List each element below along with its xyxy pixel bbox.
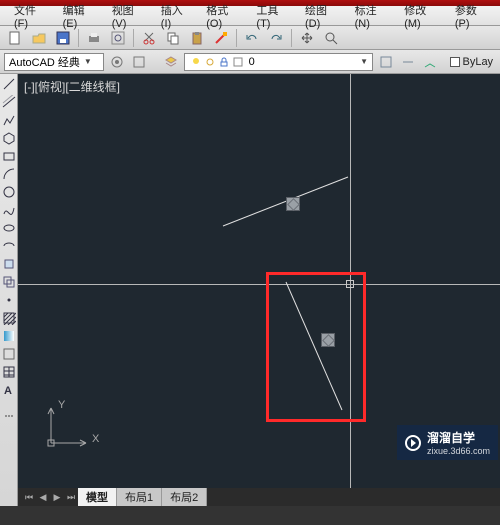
toolbox-draw: A: [0, 74, 18, 506]
tab-last-icon[interactable]: ⏭: [64, 490, 78, 504]
open-icon[interactable]: [28, 28, 50, 48]
pan-icon[interactable]: [296, 28, 318, 48]
separator: [133, 29, 134, 47]
mtext-tool-icon[interactable]: A: [1, 382, 17, 398]
color-swatch-icon: [231, 55, 245, 69]
viewport-label[interactable]: [-][俯视][二维线框]: [24, 78, 120, 95]
new-icon[interactable]: [4, 28, 26, 48]
annotation-highlight-box: [266, 272, 366, 422]
save-icon[interactable]: [52, 28, 74, 48]
menu-insert[interactable]: 插入(I): [153, 0, 196, 32]
separator: [236, 29, 237, 47]
zoom-icon[interactable]: [320, 28, 342, 48]
workspace-combo[interactable]: AutoCAD 经典 ▼: [4, 53, 104, 71]
separator: [291, 29, 292, 47]
menu-file[interactable]: 文件(F): [6, 0, 53, 32]
sun-icon: [203, 55, 217, 69]
chevron-down-icon: ▼: [360, 57, 368, 66]
tab-layout2[interactable]: 布局2: [162, 488, 207, 506]
layer-iso-icon[interactable]: [399, 53, 417, 71]
crosshair-horizontal: [18, 284, 500, 285]
layer-combo[interactable]: 0 ▼: [184, 53, 373, 71]
insert-block-tool-icon[interactable]: [1, 256, 17, 272]
ellipse-tool-icon[interactable]: [1, 220, 17, 236]
layer-manager-icon[interactable]: [161, 53, 179, 71]
tab-next-icon[interactable]: ▶: [50, 490, 64, 504]
bulb-icon: [189, 55, 203, 69]
grip-handle[interactable]: [286, 197, 300, 211]
menu-dim[interactable]: 标注(N): [347, 0, 395, 32]
svg-text:A: A: [4, 385, 12, 397]
play-icon: [405, 435, 421, 451]
polyline-tool-icon[interactable]: [1, 112, 17, 128]
menu-draw[interactable]: 绘图(D): [297, 0, 345, 32]
bylayer-checkbox[interactable]: ByLay: [447, 53, 496, 71]
circle-tool-icon[interactable]: [1, 184, 17, 200]
region-tool-icon[interactable]: [1, 346, 17, 362]
toolbar-properties: AutoCAD 经典 ▼ 0 ▼ ByLay: [0, 50, 500, 74]
tab-first-icon[interactable]: ⏮: [22, 490, 36, 504]
menu-format[interactable]: 格式(O): [198, 0, 246, 32]
crosshair-pickbox: [346, 280, 354, 288]
layer-states-icon[interactable]: [377, 53, 395, 71]
workspace-gear-icon[interactable]: [108, 53, 126, 71]
watermark: 溜溜自学 zixue.3d66.com: [397, 425, 498, 460]
ellipse-arc-tool-icon[interactable]: [1, 238, 17, 254]
workspace-save-icon[interactable]: [130, 53, 148, 71]
paste-icon[interactable]: [186, 28, 208, 48]
line-tool-icon[interactable]: [1, 76, 17, 92]
table-tool-icon[interactable]: [1, 364, 17, 380]
tab-prev-icon[interactable]: ◀: [36, 490, 50, 504]
xline-tool-icon[interactable]: [1, 94, 17, 110]
menu-param[interactable]: 参数(P): [447, 0, 494, 32]
drawing-canvas[interactable]: [-][俯视][二维线框] Y X: [18, 74, 500, 488]
layer-name-label: 0: [249, 56, 255, 68]
menu-view[interactable]: 视图(V): [104, 0, 151, 32]
watermark-sub: zixue.3d66.com: [427, 446, 490, 456]
menu-bar: 文件(F) 编辑(E) 视图(V) 插入(I) 格式(O) 工具(T) 绘图(D…: [0, 6, 500, 26]
redo-icon[interactable]: [265, 28, 287, 48]
separator: [78, 29, 79, 47]
ucs-x-label: X: [92, 433, 99, 445]
ucs-icon[interactable]: Y X: [46, 403, 96, 456]
make-block-tool-icon[interactable]: [1, 274, 17, 290]
toolbox-grip-icon[interactable]: [1, 408, 17, 424]
print-icon[interactable]: [83, 28, 105, 48]
chevron-down-icon: ▼: [84, 57, 92, 66]
tab-layout1[interactable]: 布局1: [117, 488, 162, 506]
menu-edit[interactable]: 编辑(E): [55, 0, 102, 32]
menu-modify[interactable]: 修改(M): [396, 0, 445, 32]
rect-tool-icon[interactable]: [1, 148, 17, 164]
plot-preview-icon[interactable]: [107, 28, 129, 48]
gradient-tool-icon[interactable]: [1, 328, 17, 344]
tab-model[interactable]: 模型: [78, 488, 117, 506]
workspace-label: AutoCAD 经典: [9, 54, 80, 70]
lock-icon: [217, 55, 231, 69]
workspace: A [-][俯视][二维线框] Y X: [0, 74, 500, 506]
cut-icon[interactable]: [138, 28, 160, 48]
polygon-tool-icon[interactable]: [1, 130, 17, 146]
menu-tools[interactable]: 工具(T): [248, 0, 295, 32]
layer-prev-icon[interactable]: [421, 53, 439, 71]
match-prop-icon[interactable]: [210, 28, 232, 48]
undo-icon[interactable]: [241, 28, 263, 48]
arc-tool-icon[interactable]: [1, 166, 17, 182]
watermark-title: 溜溜自学: [427, 431, 475, 445]
hatch-tool-icon[interactable]: [1, 310, 17, 326]
spline-tool-icon[interactable]: [1, 202, 17, 218]
grip-handle[interactable]: [321, 333, 335, 347]
layout-tab-bar: ⏮ ◀ ▶ ⏭ 模型 布局1 布局2: [18, 488, 500, 506]
copy-icon[interactable]: [162, 28, 184, 48]
point-tool-icon[interactable]: [1, 292, 17, 308]
ucs-y-label: Y: [58, 399, 65, 411]
